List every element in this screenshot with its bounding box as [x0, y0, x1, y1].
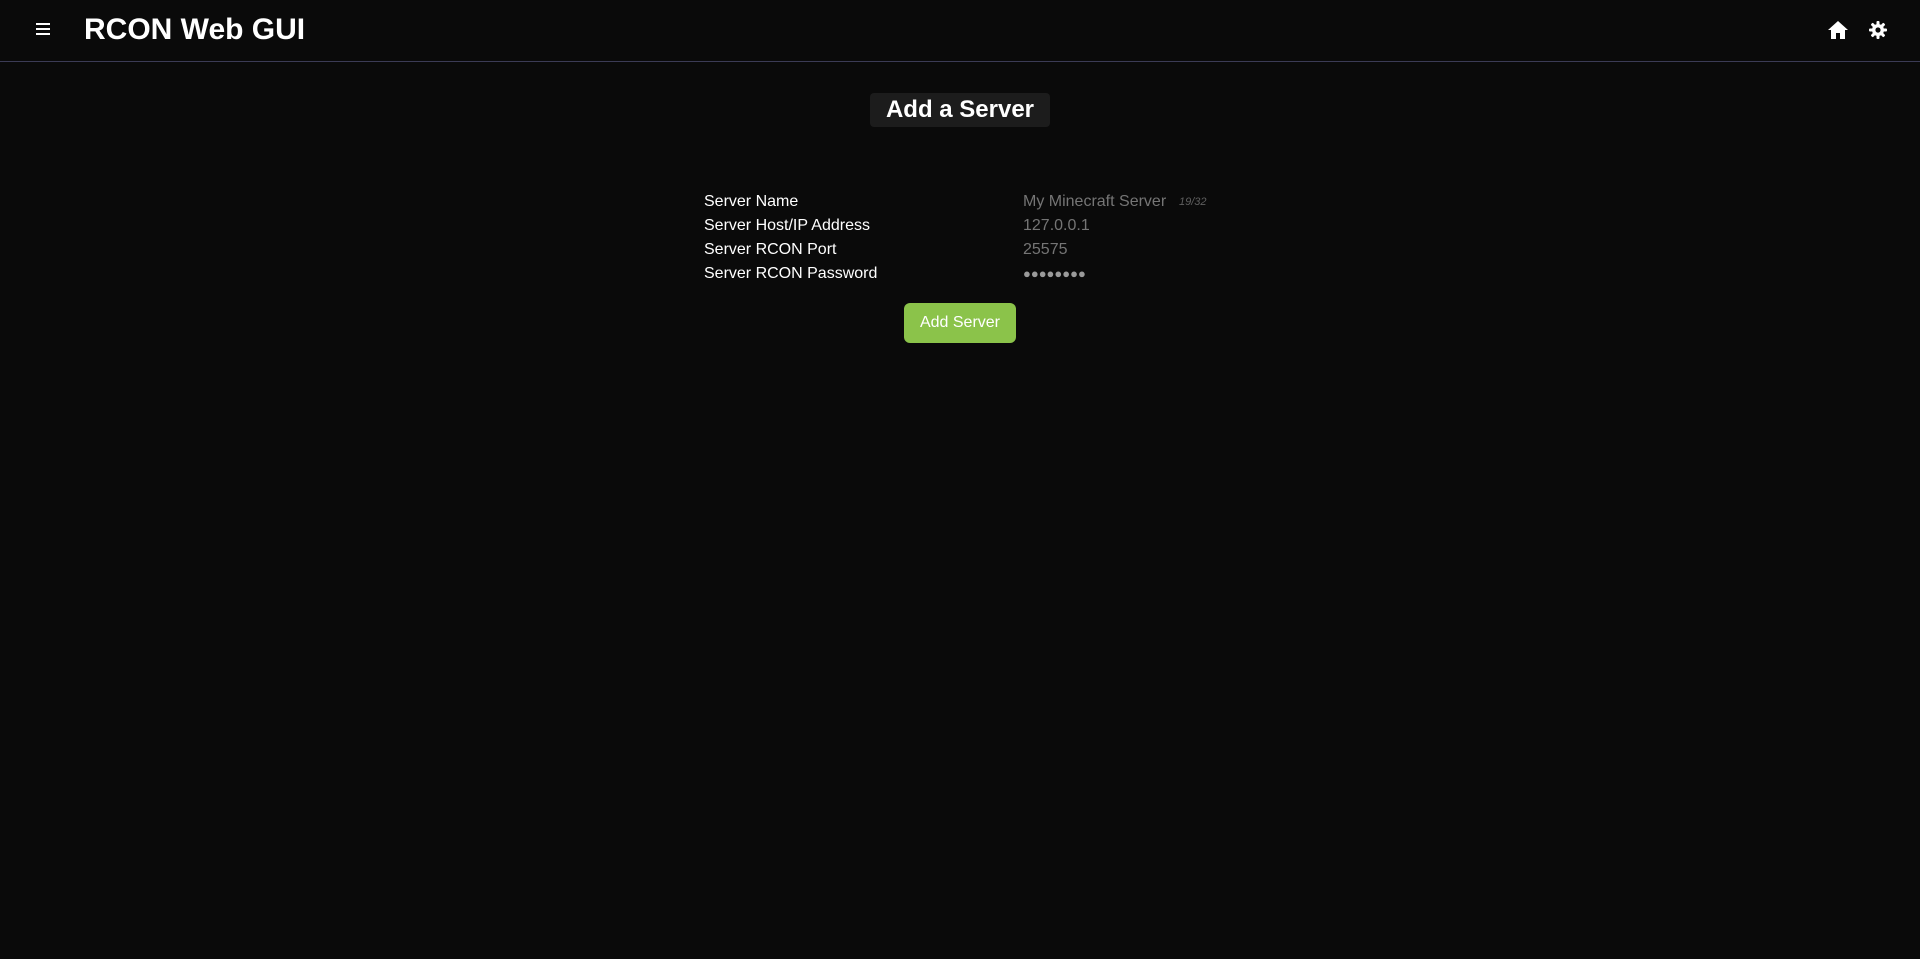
- server-name-label: Server Name: [704, 193, 799, 210]
- server-port-label: Server RCON Port: [704, 241, 837, 258]
- gear-icon: [1869, 21, 1887, 39]
- app-title: RCON Web GUI: [84, 13, 306, 46]
- server-host-row: Server Host/IP Address: [704, 214, 1224, 238]
- page-title: Add a Server: [870, 93, 1050, 127]
- server-name-input[interactable]: [1023, 190, 1173, 214]
- add-server-form: Server Name 19/32 Server Host/IP Address…: [704, 190, 1224, 286]
- home-icon: [1828, 21, 1848, 39]
- menu-button[interactable]: [32, 18, 54, 40]
- server-password-label: Server RCON Password: [704, 265, 878, 282]
- server-host-input[interactable]: [1023, 214, 1173, 238]
- server-name-row: Server Name 19/32: [704, 190, 1224, 214]
- server-host-label: Server Host/IP Address: [704, 217, 870, 234]
- settings-button[interactable]: [1867, 19, 1889, 41]
- home-button[interactable]: [1827, 19, 1849, 41]
- add-server-button[interactable]: Add Server: [904, 303, 1016, 343]
- server-port-row: Server RCON Port: [704, 238, 1224, 262]
- top-app-bar: RCON Web GUI: [0, 0, 1920, 62]
- hamburger-menu-icon: [36, 23, 50, 35]
- server-password-row: Server RCON Password ●●●●●●●●: [704, 262, 1224, 286]
- server-port-input[interactable]: [1023, 238, 1173, 262]
- server-password-input[interactable]: [1023, 262, 1173, 286]
- server-name-char-counter: 19/32: [1179, 196, 1207, 208]
